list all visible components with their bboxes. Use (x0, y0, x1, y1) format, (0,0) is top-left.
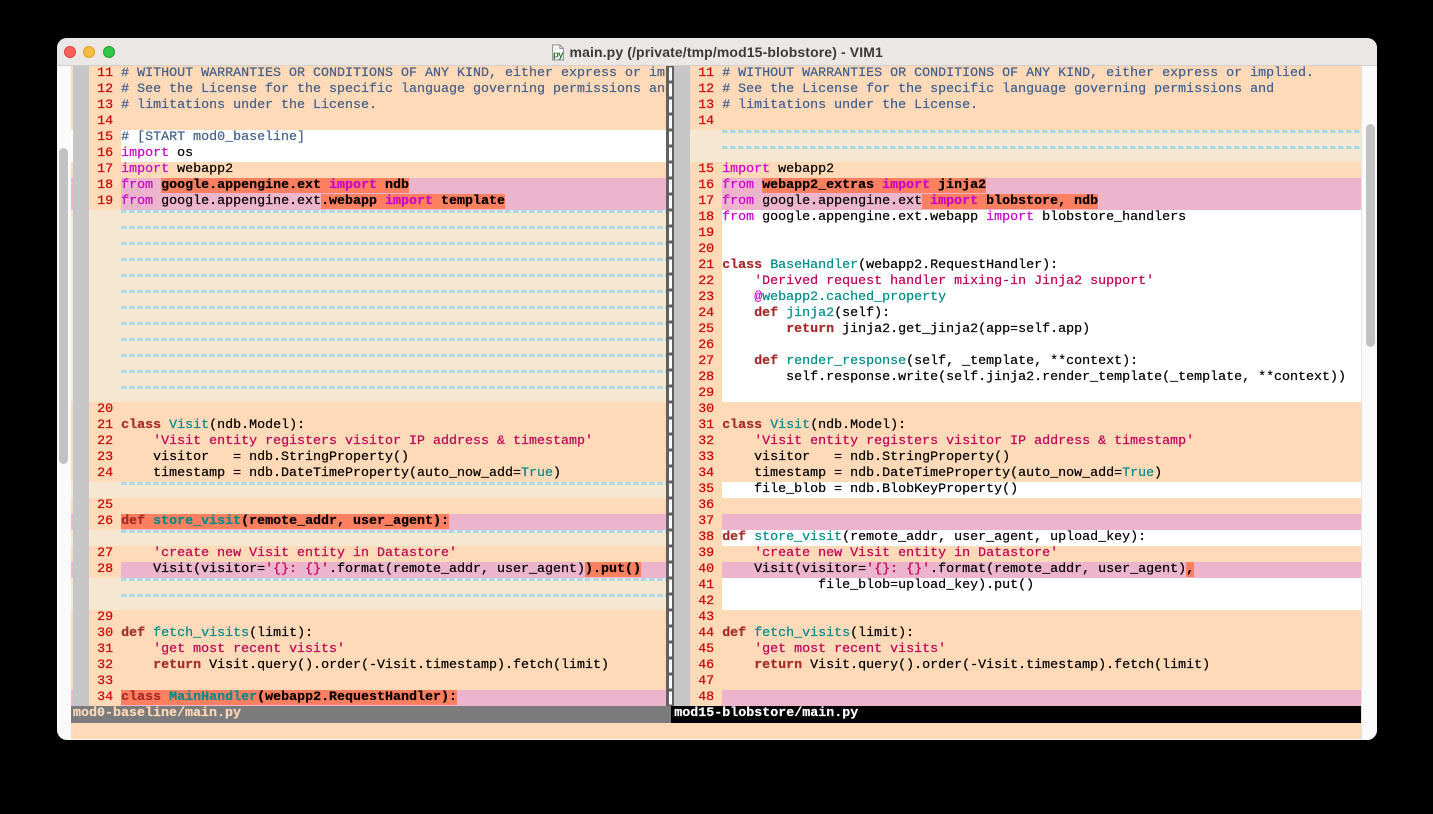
svg-text:py: py (552, 49, 563, 60)
